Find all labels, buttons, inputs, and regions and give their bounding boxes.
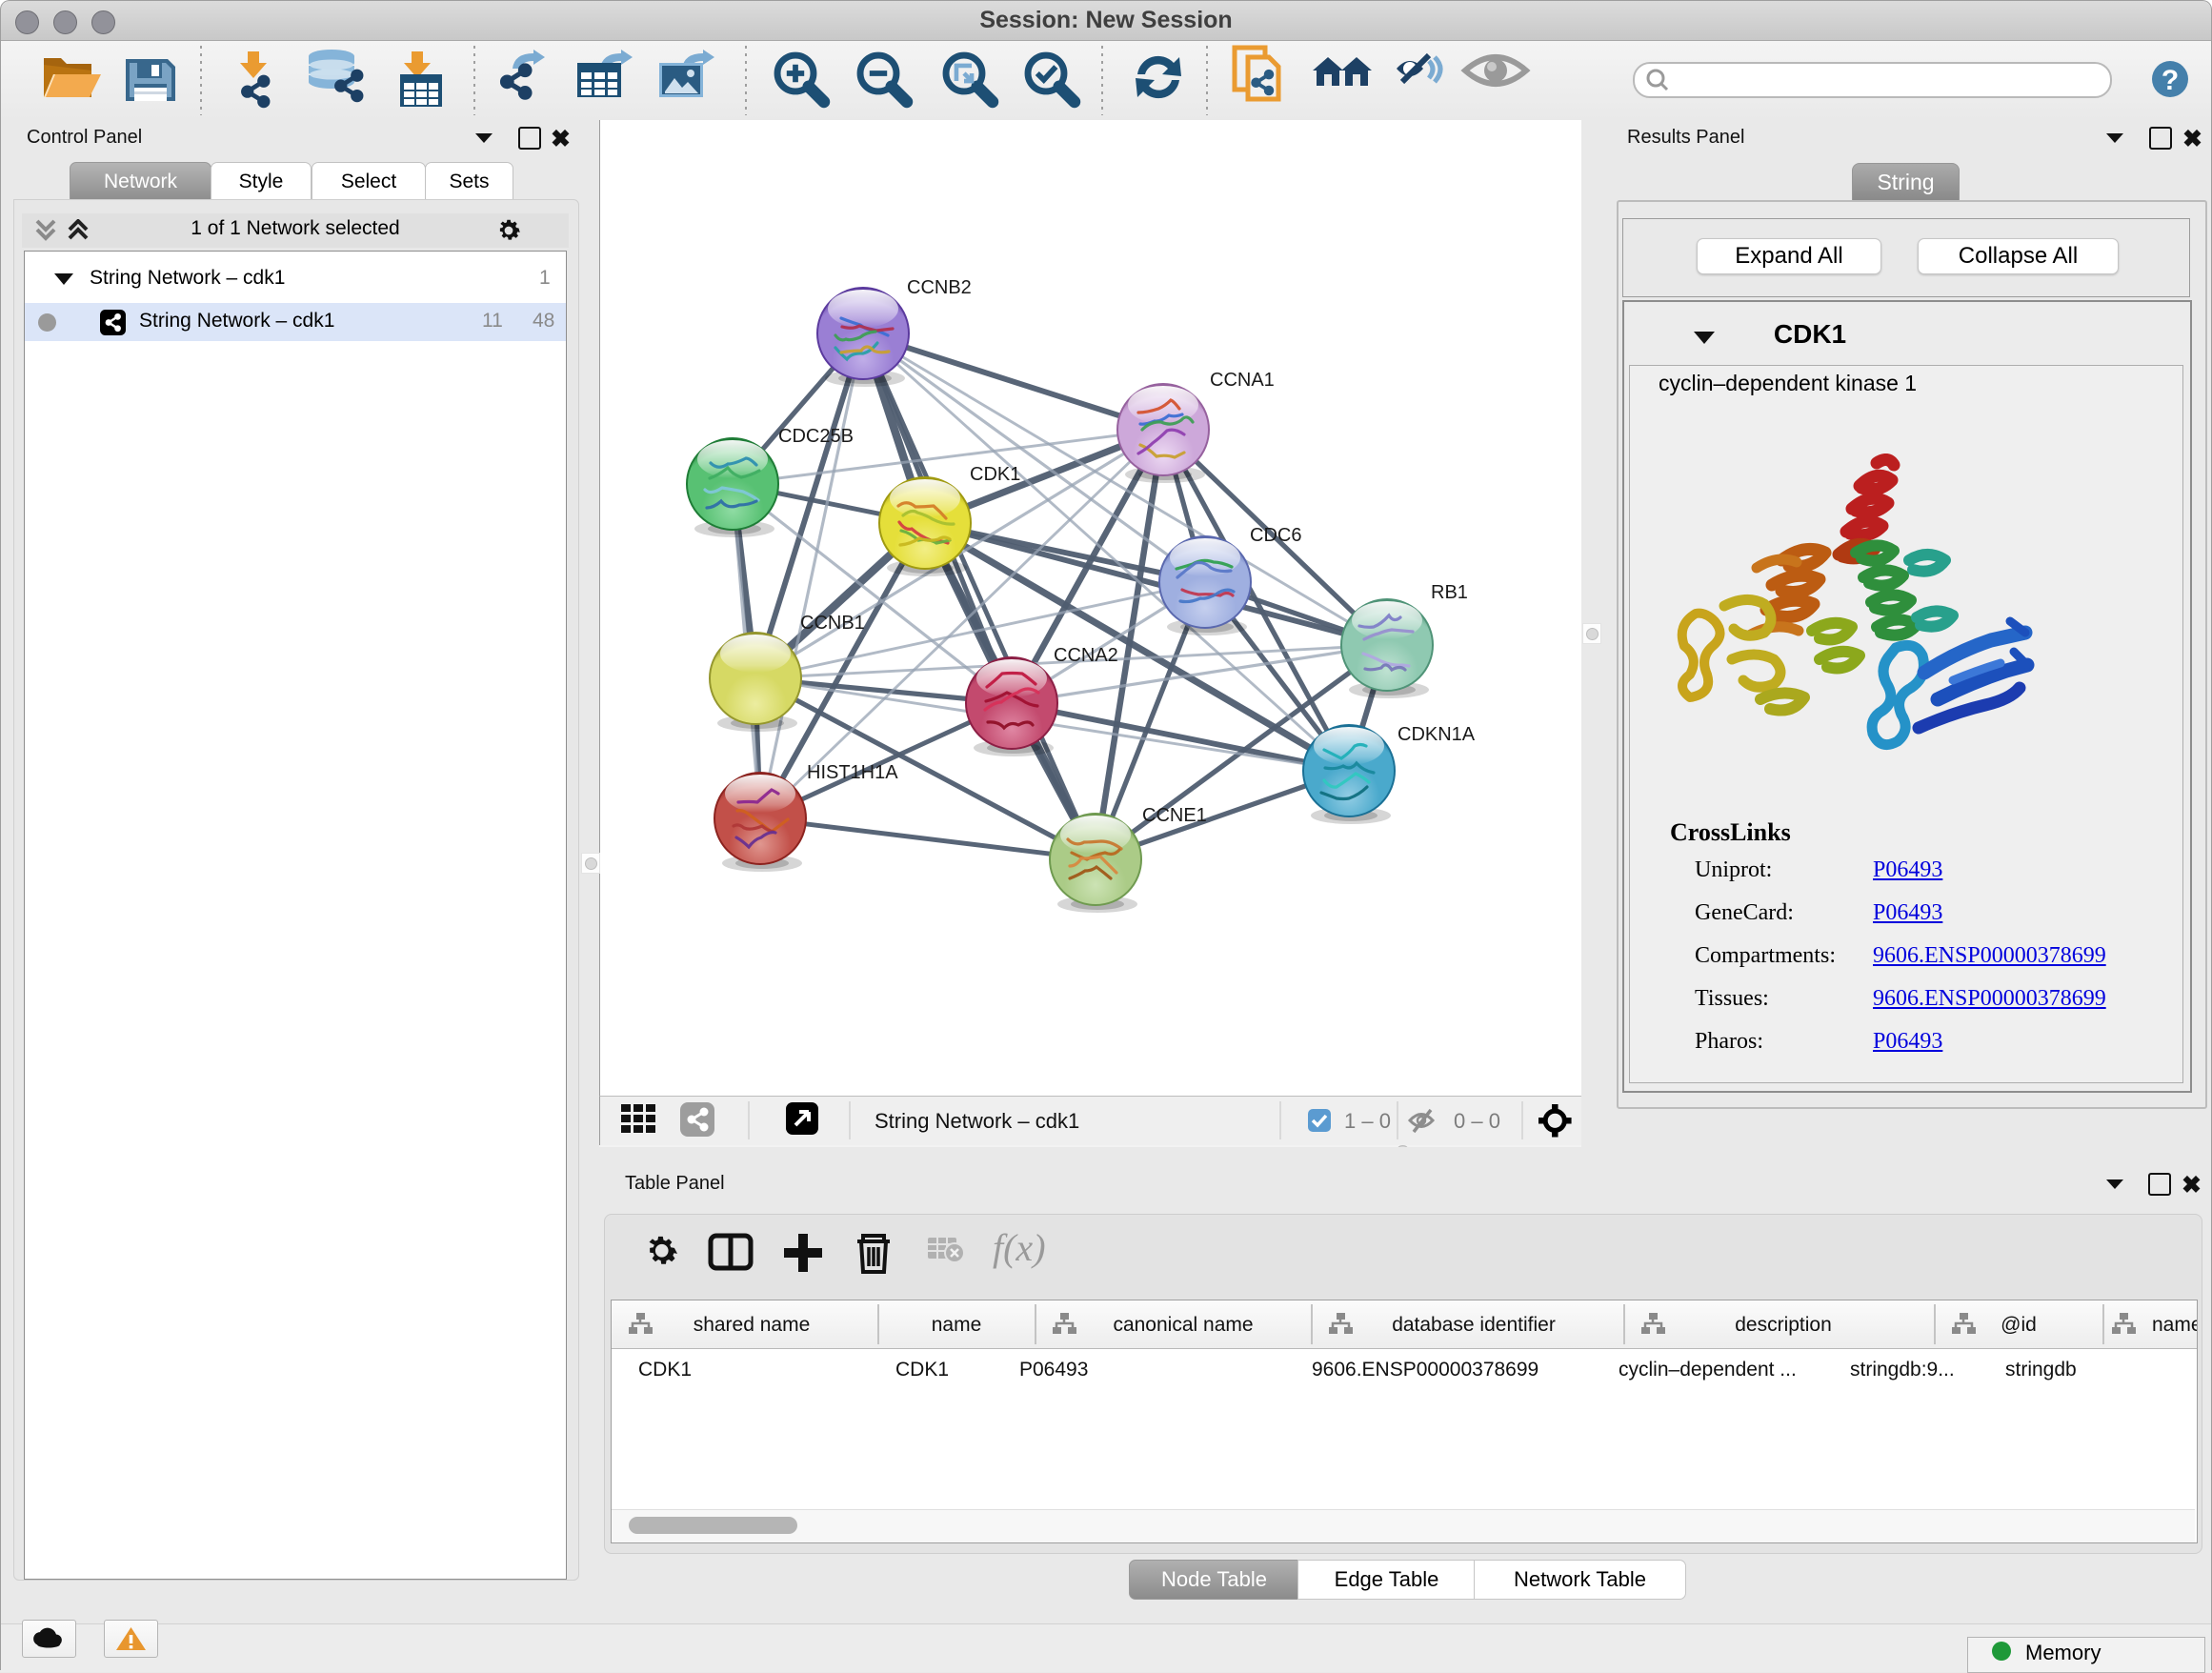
svg-text:HIST1H1A: HIST1H1A <box>807 762 898 783</box>
svg-text:CDK1: CDK1 <box>895 1359 949 1381</box>
svg-text:CCNE1: CCNE1 <box>1142 805 1207 826</box>
svg-text:0 – 0: 0 – 0 <box>1454 1109 1500 1133</box>
svg-text:CCNA2: CCNA2 <box>1054 645 1118 666</box>
svg-text:CCNB2: CCNB2 <box>907 277 972 298</box>
svg-text:CDK1: CDK1 <box>970 464 1020 485</box>
svg-text:String Network – cdk1: String Network – cdk1 <box>875 1109 1079 1133</box>
svg-text:stringdb: stringdb <box>2005 1359 2077 1381</box>
svg-text:description: description <box>1735 1314 1832 1336</box>
svg-text:CCNA1: CCNA1 <box>1210 370 1275 391</box>
svg-text:stringdb:9...: stringdb:9... <box>1850 1359 1955 1381</box>
svg-text:cyclin–dependent ...: cyclin–dependent ... <box>1619 1359 1797 1381</box>
svg-text:shared name: shared name <box>694 1314 811 1336</box>
svg-text:1 – 0: 1 – 0 <box>1344 1109 1391 1133</box>
svg-text:CDKN1A: CDKN1A <box>1398 724 1476 745</box>
svg-text:9606.ENSP00000378699: 9606.ENSP00000378699 <box>1312 1359 1538 1381</box>
svg-text:namespac: namespac <box>2152 1314 2197 1336</box>
svg-text:@id: @id <box>2001 1314 2037 1336</box>
svg-text:CDC6: CDC6 <box>1250 525 1301 546</box>
svg-text:f(x): f(x) <box>993 1226 1046 1269</box>
svg-text:CCNB1: CCNB1 <box>800 613 865 634</box>
svg-text:database identifier: database identifier <box>1392 1314 1556 1336</box>
svg-text:canonical name: canonical name <box>1113 1314 1253 1336</box>
svg-text:name: name <box>932 1314 982 1336</box>
svg-text:?: ? <box>2162 65 2179 96</box>
svg-text:P06493: P06493 <box>1019 1359 1088 1381</box>
svg-text:RB1: RB1 <box>1431 582 1468 603</box>
svg-text:CDC25B: CDC25B <box>778 426 854 447</box>
svg-text:CDK1: CDK1 <box>638 1359 692 1381</box>
